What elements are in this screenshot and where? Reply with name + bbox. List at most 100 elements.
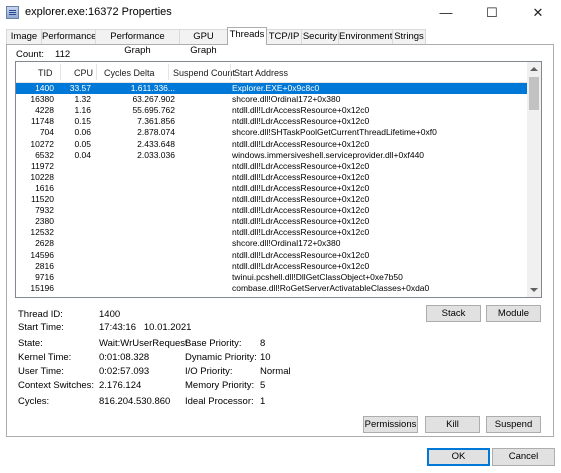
thread-tid-cell: 704 <box>39 127 54 138</box>
thread-start-address-cell: twinui.pcshell.dll!DllGetClassObject+0xe… <box>232 271 403 282</box>
thread-cpu-cell: 1.16 <box>74 105 91 116</box>
thread-row[interactable]: 704 0.06 2.878.074 shcore.dll!SHTaskPoolGet… <box>16 127 527 138</box>
thread-id-label: Thread ID: <box>18 309 63 320</box>
thread-row[interactable]: 16380 1.32 63.267.902 shcore.dll!Ordinal172… <box>16 94 527 105</box>
threads-list-header: TID CPU Cycles Delta Suspend Count Start… <box>16 62 527 83</box>
thread-row[interactable]: 7932 ntdll.dll!LdrAccessResource+0x12c0 <box>16 205 527 216</box>
thread-tid-cell: 4228 <box>35 105 54 116</box>
io-priority-value: Normal <box>260 366 291 377</box>
ideal-processor-label: Ideal Processor: <box>185 396 254 407</box>
thread-start-address-cell: ntdll.dll!LdrAccessResource+0x12c0 <box>232 205 370 216</box>
thread-tid-cell: 9716 <box>35 271 54 282</box>
thread-row[interactable]: 2816 ntdll.dll!LdrAccessResource+0x12c0 <box>16 261 527 272</box>
tab-performance[interactable]: Performance <box>41 29 96 44</box>
thread-start-address-cell: ntdll.dll!LdrAccessResource+0x12c0 <box>232 182 370 193</box>
tab-threads[interactable]: Threads <box>227 27 267 45</box>
thread-row[interactable]: 15196 combase.dll!RoGetServerActivatableC… <box>16 283 527 294</box>
tab-performance-graph[interactable]: Performance Graph <box>95 29 180 56</box>
thread-start-address-cell: shcore.dll!Ordinal172+0x380 <box>232 94 341 105</box>
thread-row[interactable]: 10272 0.05 2.433.648 ntdll.dll!LdrAccessRes… <box>16 139 527 150</box>
thread-row[interactable]: 12532 ntdll.dll!LdrAccessResource+0x12c0 <box>16 227 527 238</box>
column-header-suspend-count[interactable]: Suspend Count <box>173 68 235 78</box>
thread-cpu-cell: 0.06 <box>74 127 91 138</box>
thread-row[interactable]: 11520 ntdll.dll!LdrAccessResource+0x12c0 <box>16 194 527 205</box>
tab-image[interactable]: Image <box>6 29 42 44</box>
scroll-down-arrow-icon[interactable] <box>530 288 538 292</box>
cycles-value: 816.204.530.860 <box>99 396 171 407</box>
start-time-value: 17:43:16 10.01.2021 <box>99 322 192 333</box>
thread-row[interactable]: 1616 ntdll.dll!LdrAccessResource+0x12c0 <box>16 183 527 194</box>
thread-row[interactable]: 14596 ntdll.dll!LdrAccessResource+0x12c0 <box>16 250 527 261</box>
thread-row[interactable]: 11748 0.15 7.361.856 ntdll.dll!LdrAccessRes… <box>16 116 527 127</box>
thread-tid-cell: 14596 <box>30 249 54 260</box>
column-header-cpu[interactable]: CPU <box>74 68 93 78</box>
scroll-up-arrow-icon[interactable] <box>530 67 538 71</box>
base-priority-label: Base Priority: <box>185 338 242 349</box>
thread-tid-cell: 6532 <box>35 149 54 160</box>
thread-start-address-cell: ntdll.dll!LdrAccessResource+0x12c0 <box>232 138 370 149</box>
tab-strings[interactable]: Strings <box>392 29 426 44</box>
thread-row[interactable]: 2380 ntdll.dll!LdrAccessResource+0x12c0 <box>16 216 527 227</box>
module-button[interactable]: Module <box>486 305 541 322</box>
thread-cycles-delta-cell: 2.033.036 <box>137 149 175 160</box>
scrollbar-thumb[interactable] <box>529 77 539 110</box>
thread-cpu-cell: 0.05 <box>74 138 91 149</box>
window-app-icon <box>6 6 19 19</box>
thread-cycles-delta-cell: 2.433.648 <box>137 138 175 149</box>
thread-cycles-delta-cell: 55.695.762 <box>132 105 175 116</box>
suspend-button[interactable]: Suspend <box>486 416 541 433</box>
dynamic-priority-value: 10 <box>260 352 271 363</box>
column-header-tid[interactable]: TID <box>38 68 53 78</box>
tab-security[interactable]: Security <box>301 29 339 44</box>
kill-button[interactable]: Kill <box>425 416 480 433</box>
thread-tid-cell: 1616 <box>35 182 54 193</box>
thread-start-address-cell: shcore.dll!SHTaskPoolGetCurrentThreadLif… <box>232 127 437 138</box>
thread-start-address-cell: ntdll.dll!LdrAccessResource+0x12c0 <box>232 116 370 127</box>
thread-row[interactable]: 10228 ntdll.dll!LdrAccessResource+0x12c0 <box>16 172 527 183</box>
state-value: Wait:WrUserRequest <box>99 338 188 349</box>
thread-row[interactable]: 2628 shcore.dll!Ordinal172+0x380 <box>16 238 527 249</box>
tab-environment[interactable]: Environment <box>338 29 393 44</box>
count-value: 112 <box>55 49 71 60</box>
thread-row[interactable]: 9716 twinui.pcshell.dll!DllGetClassObject… <box>16 272 527 283</box>
thread-tid-cell: 1400 <box>35 83 54 93</box>
thread-start-address-cell: ntdll.dll!LdrAccessResource+0x12c0 <box>232 171 370 182</box>
tab-tcp-ip[interactable]: TCP/IP <box>266 29 302 44</box>
thread-row[interactable]: 4228 1.16 55.695.762 ntdll.dll!LdrAccessRes… <box>16 105 527 116</box>
thread-tid-cell: 7932 <box>35 205 54 216</box>
threads-list[interactable]: TID CPU Cycles Delta Suspend Count Start… <box>15 61 542 298</box>
thread-cpu-cell: 0.15 <box>74 116 91 127</box>
permissions-button[interactable]: Permissions <box>363 416 418 433</box>
thread-row[interactable]: 11972 ntdll.dll!LdrAccessResource+0x12c0 <box>16 161 527 172</box>
memory-priority-label: Memory Priority: <box>185 380 255 391</box>
thread-tid-cell: 15196 <box>30 282 54 293</box>
vertical-scrollbar[interactable] <box>527 62 541 297</box>
tab-gpu-graph[interactable]: GPU Graph <box>179 29 228 56</box>
thread-tid-cell: 10272 <box>30 138 54 149</box>
column-header-start-address[interactable]: Start Address <box>234 68 288 78</box>
state-label: State: <box>18 338 43 349</box>
thread-tid-cell: 12532 <box>30 227 54 238</box>
minimize-button[interactable]: — <box>423 0 469 26</box>
column-header-cycles-delta[interactable]: Cycles Delta <box>104 68 155 78</box>
thread-cpu-cell: 0.04 <box>74 149 91 160</box>
kernel-time-label: Kernel Time: <box>18 352 72 363</box>
start-time-label: Start Time: <box>18 322 64 333</box>
cycles-label: Cycles: <box>18 396 50 407</box>
user-time-label: User Time: <box>18 366 64 377</box>
ok-button[interactable]: OK <box>427 448 490 466</box>
thread-start-address-cell: ntdll.dll!LdrAccessResource+0x12c0 <box>232 227 370 238</box>
maximize-button[interactable]: ☐ <box>469 0 515 26</box>
thread-tid-cell: 10228 <box>30 171 54 182</box>
close-button[interactable]: ✕ <box>515 0 561 26</box>
thread-start-address-cell: ntdll.dll!LdrAccessResource+0x12c0 <box>232 260 370 271</box>
thread-start-address-cell: ntdll.dll!LdrAccessResource+0x12c0 <box>232 216 370 227</box>
thread-row[interactable]: 6532 0.04 2.033.036 windows.immersiveshell.… <box>16 150 527 161</box>
thread-start-address-cell: windows.immersiveshell.serviceprovider.d… <box>232 149 425 160</box>
stack-button[interactable]: Stack <box>426 305 481 322</box>
thread-cpu-cell: 33.57 <box>69 83 91 93</box>
thread-start-address-cell: shcore.dll!Ordinal172+0x380 <box>232 238 341 249</box>
base-priority-value: 8 <box>260 338 266 349</box>
thread-row[interactable]: 1400 33.57 1.611.336... Explorer.EXE+0x9c8c… <box>16 83 527 95</box>
cancel-button[interactable]: Cancel <box>492 448 555 466</box>
